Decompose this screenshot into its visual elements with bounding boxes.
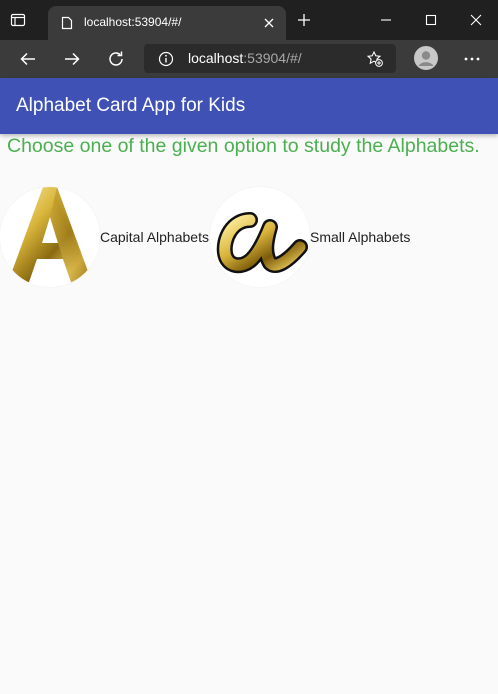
- profile-avatar-icon[interactable]: [414, 46, 438, 70]
- app-title: Alphabet Card App for Kids: [16, 95, 246, 116]
- new-tab-icon[interactable]: [296, 12, 312, 28]
- address-bar[interactable]: localhost:53904/#/: [144, 44, 396, 73]
- app-header: Alphabet Card App for Kids: [0, 78, 498, 134]
- browser-toolbar: localhost:53904/#/: [0, 40, 498, 78]
- page-icon: [61, 16, 73, 30]
- capital-alphabets-option[interactable]: Capital Alphabets: [0, 187, 210, 287]
- close-window-icon[interactable]: [468, 12, 484, 28]
- minimize-icon[interactable]: [378, 12, 394, 28]
- small-alphabets-option[interactable]: Small Alphabets: [210, 187, 420, 287]
- more-options-icon[interactable]: [462, 49, 482, 69]
- back-icon[interactable]: [18, 49, 38, 69]
- url-text[interactable]: localhost:53904/#/: [188, 50, 302, 66]
- add-favorite-icon[interactable]: [366, 50, 384, 68]
- url-path: :53904/#/: [243, 50, 302, 66]
- small-alphabets-label[interactable]: Small Alphabets: [310, 229, 410, 245]
- browser-tab[interactable]: localhost:53904/#/: [48, 6, 286, 40]
- instruction-text: Choose one of the given option to study …: [7, 135, 480, 157]
- small-a-gold-icon[interactable]: [210, 187, 310, 287]
- capital-alphabets-label[interactable]: Capital Alphabets: [100, 229, 209, 245]
- capital-a-gold-icon[interactable]: [0, 187, 100, 287]
- close-tab-icon[interactable]: [262, 16, 276, 30]
- site-info-icon[interactable]: [158, 51, 174, 67]
- browser-titlebar: localhost:53904/#/: [0, 0, 498, 40]
- forward-icon[interactable]: [62, 49, 82, 69]
- tab-actions-icon[interactable]: [10, 12, 26, 28]
- refresh-icon[interactable]: [106, 49, 126, 69]
- maximize-icon[interactable]: [423, 12, 439, 28]
- url-host: localhost: [188, 50, 244, 66]
- tab-title: localhost:53904/#/: [84, 15, 182, 29]
